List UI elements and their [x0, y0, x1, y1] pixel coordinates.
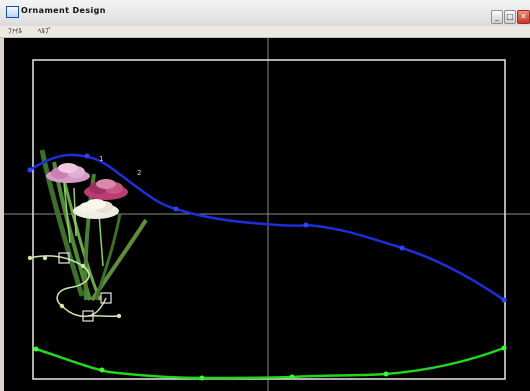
- iris-flower-ornament[interactable]: [39, 149, 148, 302]
- menu-file[interactable]: ﾌｧｲﾙ: [8, 27, 22, 36]
- minimize-icon: _: [495, 12, 499, 21]
- canvas-svg[interactable]: 1 2: [4, 38, 530, 391]
- menu-bar: ﾌｧｲﾙ ﾍﾙﾌﾟ: [0, 26, 530, 38]
- menu-help[interactable]: ﾍﾙﾌﾟ: [38, 27, 52, 36]
- curve-label-2: 2: [137, 169, 141, 177]
- maximize-icon: □: [506, 12, 514, 21]
- close-button[interactable]: ✕: [517, 10, 530, 24]
- minimize-button[interactable]: _: [491, 10, 503, 24]
- green-spline[interactable]: [33, 345, 507, 381]
- app-window: Ornament Design _ □ ✕ ﾌｧｲﾙ ﾍﾙﾌﾟ 1 2: [0, 0, 530, 391]
- maximize-button[interactable]: □: [504, 10, 516, 24]
- title-bar[interactable]: Ornament Design _ □ ✕: [0, 0, 530, 27]
- design-frame: [32, 59, 506, 380]
- design-canvas[interactable]: 1 2: [4, 38, 530, 391]
- curve-label-1: 1: [99, 155, 103, 163]
- close-icon: ✕: [520, 12, 527, 21]
- app-icon: [6, 6, 19, 18]
- window-title: Ornament Design: [21, 6, 106, 15]
